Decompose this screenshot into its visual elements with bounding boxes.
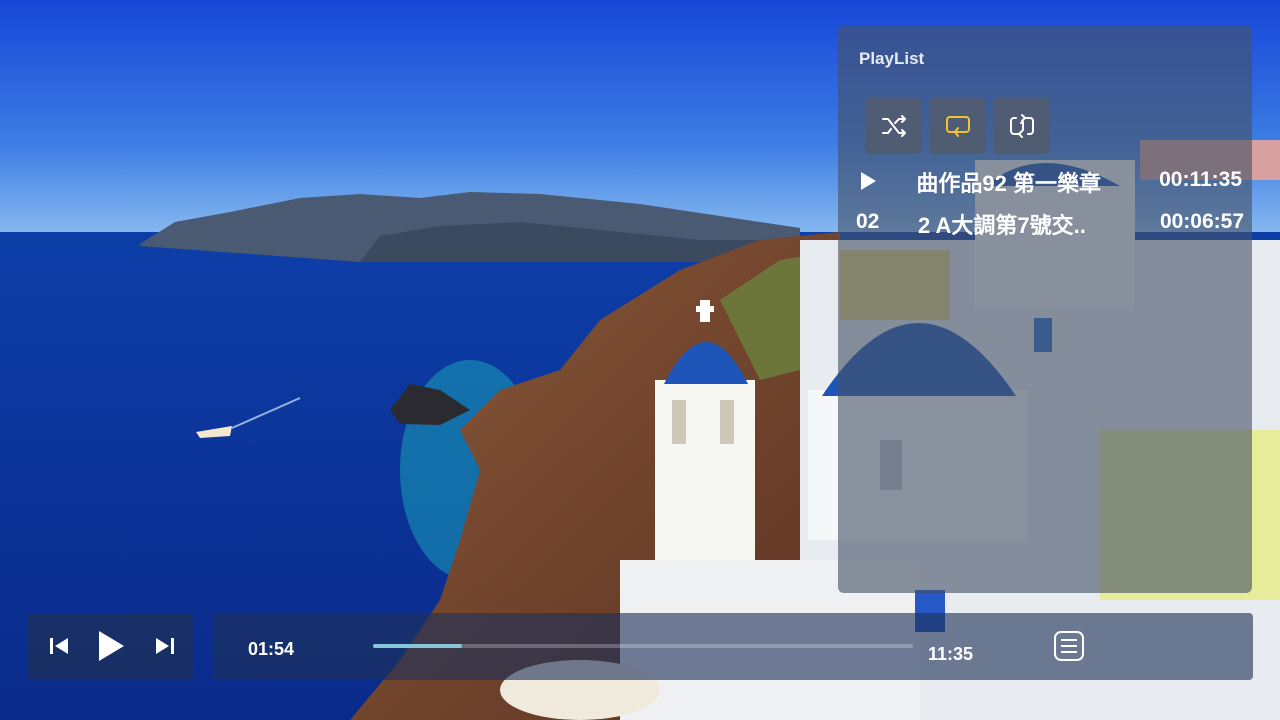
progress-fill <box>373 644 462 648</box>
repeat-one-button[interactable] <box>993 97 1050 154</box>
playlist-title: PlayList <box>859 49 925 68</box>
next-button[interactable] <box>152 629 178 663</box>
shuffle-button[interactable] <box>865 97 922 154</box>
playlist-panel: PlayList 曲作品92 第一樂章 00:11:35 02 2 A大調第7號… <box>838 25 1252 593</box>
now-playing-icon <box>861 172 876 190</box>
previous-button[interactable] <box>46 629 72 663</box>
shuffle-icon <box>881 114 906 137</box>
track-duration: 00:11:35 <box>1159 168 1242 191</box>
transport-controls <box>28 613 194 680</box>
track-title: 曲作品92 第一樂章 <box>916 171 1101 196</box>
playlist-track-row[interactable]: 曲作品92 第一樂章 00:11:35 <box>838 160 1252 200</box>
playlist-icon <box>1054 631 1084 661</box>
playlist-track-row[interactable]: 02 2 A大調第7號交.. 00:06:57 <box>838 202 1252 242</box>
repeat-all-button[interactable] <box>929 97 986 154</box>
track-title: 2 A大調第7號交.. <box>918 213 1086 238</box>
seek-bar-panel: 01:54 11:35 <box>213 613 1253 680</box>
repeat-all-icon <box>945 115 970 137</box>
current-time: 01:54 <box>248 639 295 659</box>
play-icon <box>99 631 124 661</box>
progress-slider[interactable] <box>373 644 913 648</box>
play-button[interactable] <box>94 629 128 663</box>
total-time: 11:35 <box>928 644 974 664</box>
skip-previous-icon <box>50 638 68 654</box>
track-duration: 00:06:57 <box>1159 210 1244 233</box>
playlist-toggle-button[interactable] <box>1051 628 1087 664</box>
repeat-one-icon <box>1009 113 1034 138</box>
track-number: 02 <box>856 210 880 233</box>
skip-next-icon <box>156 638 174 654</box>
